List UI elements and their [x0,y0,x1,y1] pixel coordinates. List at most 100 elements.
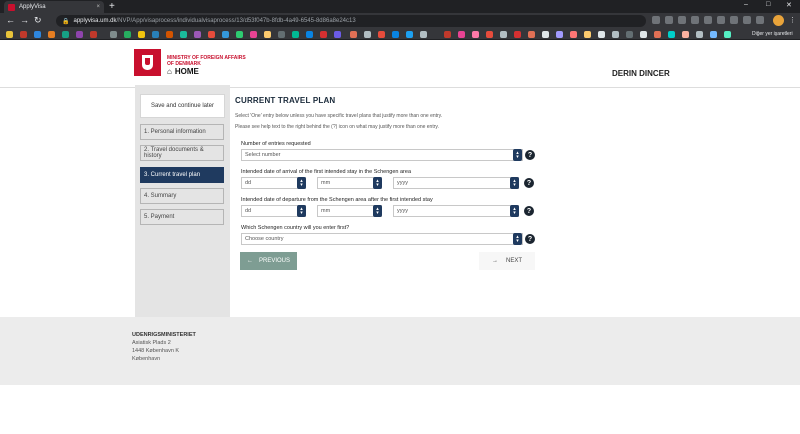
help-icon[interactable]: ? [524,178,534,188]
bookmark-icon[interactable] [556,31,563,38]
bookmark-icon[interactable] [334,31,341,38]
extension-icon[interactable] [743,16,751,24]
user-name: DERIN DINCER [612,69,670,78]
forward-icon[interactable]: → [20,15,29,26]
entries-select[interactable]: Select number [241,149,523,161]
browser-toolbar: ← → ↻ 🔒 applyvisa.um.dk/NVP/App/visaproc… [0,13,800,29]
bookmark-icon[interactable] [392,31,399,38]
extension-icon[interactable] [704,16,712,24]
bookmark-icon[interactable] [406,31,413,38]
bookmark-icon[interactable] [640,31,647,38]
close-window-button[interactable]: ✕ [786,1,792,9]
bookmark-icon[interactable] [378,31,385,38]
bookmark-icon[interactable] [724,31,731,38]
bookmark-icon[interactable] [34,31,41,38]
departure-year-select[interactable]: yyyy [393,205,519,217]
profile-avatar[interactable] [773,15,784,26]
bookmark-icon[interactable] [420,31,427,38]
bookmark-icon[interactable] [542,31,549,38]
bookmark-icon[interactable] [486,31,493,38]
bookmark-icon[interactable] [110,31,117,38]
home-label: HOME [174,67,199,76]
bookmark-icon[interactable] [194,31,201,38]
bookmark-icon[interactable] [166,31,173,38]
help-icon[interactable]: ? [525,234,535,244]
bookmark-icon[interactable] [584,31,591,38]
previous-button[interactable]: ← PREVIOUS [240,252,297,270]
bookmark-icon[interactable] [500,31,507,38]
bookmark-icon[interactable] [668,31,675,38]
menu-icon[interactable]: ⋮ [789,16,796,24]
maximize-button[interactable]: □ [766,1,770,8]
browser-tabbar: ApplyVisa × + – □ ✕ [0,0,800,13]
bookmark-icon[interactable] [598,31,605,38]
next-button[interactable]: → NEXT [479,252,535,270]
bookmark-icon[interactable] [250,31,257,38]
close-icon[interactable]: × [96,4,100,10]
extension-icon[interactable] [691,16,699,24]
browser-tab[interactable]: ApplyVisa × [4,1,104,13]
back-icon[interactable]: ← [6,15,15,26]
denmark-crest-icon [134,49,161,76]
extension-icon[interactable] [652,16,660,24]
reload-icon[interactable]: ↻ [34,15,42,26]
page: MINISTRY OF FOREIGN AFFAIRS OF DENMARK ⌂… [0,40,800,434]
extension-icon[interactable] [678,16,686,24]
bookmark-icon[interactable] [208,31,215,38]
bookmark-icon[interactable] [514,31,521,38]
address-bar[interactable]: 🔒 applyvisa.um.dk/NVP/App/visaprocess/in… [56,15,646,27]
bookmark-icon[interactable] [90,31,97,38]
bookmark-icon[interactable] [278,31,285,38]
bookmark-icon[interactable] [364,31,371,38]
bookmark-icon[interactable] [682,31,689,38]
bookmark-icon[interactable] [350,31,357,38]
extension-icon[interactable] [717,16,725,24]
other-bookmarks[interactable]: Diğer yer işaretleri [752,31,793,37]
url-host: applyvisa.um.dk [73,18,117,24]
help-icon[interactable]: ? [525,150,535,160]
bookmark-icon[interactable] [612,31,619,38]
bookmark-icon[interactable] [62,31,69,38]
bookmark-icon[interactable] [124,31,131,38]
bookmark-icon[interactable] [152,31,159,38]
bookmark-icon[interactable] [180,31,187,38]
bookmark-icon[interactable] [696,31,703,38]
bookmark-icon[interactable] [48,31,55,38]
bookmark-icon[interactable] [528,31,535,38]
extension-icon[interactable] [756,16,764,24]
bookmark-icon[interactable] [306,31,313,38]
bookmark-icon[interactable] [626,31,633,38]
bookmark-icon[interactable] [138,31,145,38]
bookmark-icon[interactable] [76,31,83,38]
step-travel-documents[interactable]: 2. Travel documents & history [140,145,224,161]
bookmark-icon[interactable] [6,31,13,38]
site-footer: UDENRIGSMINISTERIET Asiatisk Plads 2 144… [0,317,800,385]
arrow-left-icon: ← [246,258,253,264]
bookmark-icon[interactable] [472,31,479,38]
extension-icon[interactable] [730,16,738,24]
bookmark-icon[interactable] [710,31,717,38]
bookmark-icon[interactable] [570,31,577,38]
bookmark-icon[interactable] [292,31,299,38]
bookmark-icon[interactable] [654,31,661,38]
extension-icon[interactable] [665,16,673,24]
step-summary[interactable]: 4. Summary [140,188,224,204]
bookmark-icon[interactable] [20,31,27,38]
site-header: MINISTRY OF FOREIGN AFFAIRS OF DENMARK ⌂… [0,40,800,88]
step-personal-information[interactable]: 1. Personal information [140,124,224,140]
bookmark-icon[interactable] [444,31,451,38]
new-tab-button[interactable]: + [109,1,115,12]
minimize-button[interactable]: – [744,1,748,8]
country-select[interactable]: Choose country [241,233,523,245]
step-current-travel-plan[interactable]: 3. Current travel plan [140,167,224,183]
bookmark-icon[interactable] [264,31,271,38]
bookmark-icon[interactable] [458,31,465,38]
bookmark-icon[interactable] [236,31,243,38]
bookmark-icon[interactable] [320,31,327,38]
home-link[interactable]: ⌂ HOME [167,67,199,76]
help-icon[interactable]: ? [524,206,534,216]
bookmark-icon[interactable] [222,31,229,38]
step-payment[interactable]: 5. Payment [140,209,224,225]
save-continue-later-button[interactable]: Save and continue later [140,94,225,118]
arrival-year-select[interactable]: yyyy [393,177,519,189]
